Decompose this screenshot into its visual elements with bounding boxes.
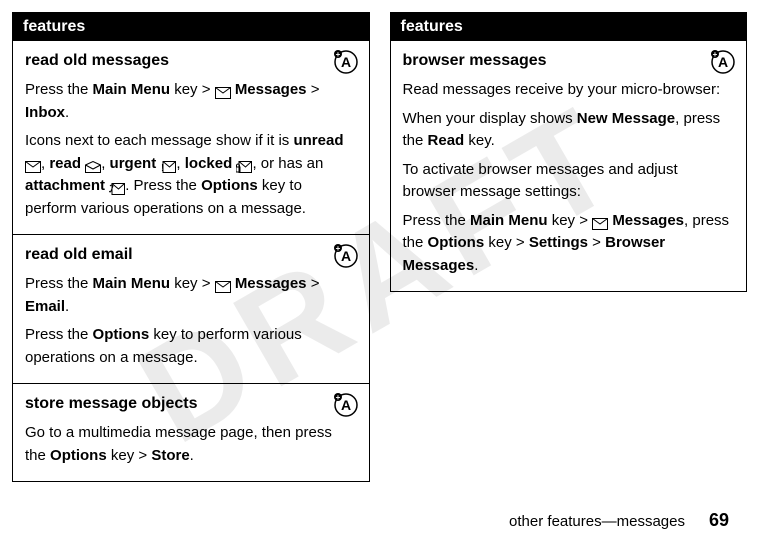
- paragraph: When your display shows New Message, pre…: [403, 108, 735, 153]
- left-column: features A+ read old messages Press the …: [12, 12, 370, 482]
- footer-text: other features—messages: [509, 513, 685, 530]
- section-title: browser messages: [403, 49, 735, 73]
- locked-icon: [236, 158, 252, 170]
- svg-text:!: !: [161, 163, 164, 173]
- svg-text:+: +: [713, 50, 718, 59]
- section-title: store message objects: [25, 392, 357, 416]
- right-header: features: [391, 13, 747, 41]
- paragraph: Press the Main Menu key > Messages > Inb…: [25, 79, 357, 124]
- envelope-icon: [215, 278, 231, 290]
- svg-text:A: A: [340, 397, 350, 413]
- section-title: read old email: [25, 243, 357, 267]
- svg-text:+: +: [335, 244, 340, 253]
- svg-text:A: A: [340, 248, 350, 264]
- page-number: 69: [709, 510, 729, 531]
- unread-icon: [25, 158, 41, 170]
- svg-text:+: +: [335, 50, 340, 59]
- feature-badge-icon: A+: [333, 392, 359, 418]
- feature-badge-icon: A+: [333, 49, 359, 75]
- section-read-old-messages: A+ read old messages Press the Main Menu…: [13, 41, 369, 235]
- svg-text:+: +: [335, 393, 340, 402]
- paragraph: Press the Main Menu key > Messages > Ema…: [25, 273, 357, 318]
- attachment-icon: [109, 180, 125, 192]
- paragraph: Press the Options key to perform various…: [25, 324, 357, 369]
- paragraph: Press the Main Menu key > Messages, pres…: [403, 210, 735, 278]
- left-header: features: [13, 13, 369, 41]
- section-browser-messages: A+ browser messages Read messages receiv…: [391, 41, 747, 291]
- paragraph: Icons next to each message show if it is…: [25, 130, 357, 220]
- content-columns: features A+ read old messages Press the …: [12, 12, 747, 482]
- section-store-message-objects: A+ store message objects Go to a multime…: [13, 384, 369, 481]
- paragraph: To activate browser messages and adjust …: [403, 159, 735, 204]
- urgent-icon: !: [160, 158, 176, 170]
- svg-text:A: A: [340, 54, 350, 70]
- paragraph: Go to a multimedia message page, then pr…: [25, 422, 357, 467]
- feature-badge-icon: A+: [333, 243, 359, 269]
- section-read-old-email: A+ read old email Press the Main Menu ke…: [13, 235, 369, 384]
- feature-badge-icon: A+: [710, 49, 736, 75]
- envelope-icon: [215, 84, 231, 96]
- svg-text:A: A: [718, 54, 728, 70]
- paragraph: Read messages receive by your micro-brow…: [403, 79, 735, 102]
- read-icon: [85, 158, 101, 170]
- section-title: read old messages: [25, 49, 357, 73]
- right-column: features A+ browser messages Read messag…: [390, 12, 748, 292]
- page-footer: other features—messages 69: [509, 510, 729, 531]
- envelope-icon: [592, 215, 608, 227]
